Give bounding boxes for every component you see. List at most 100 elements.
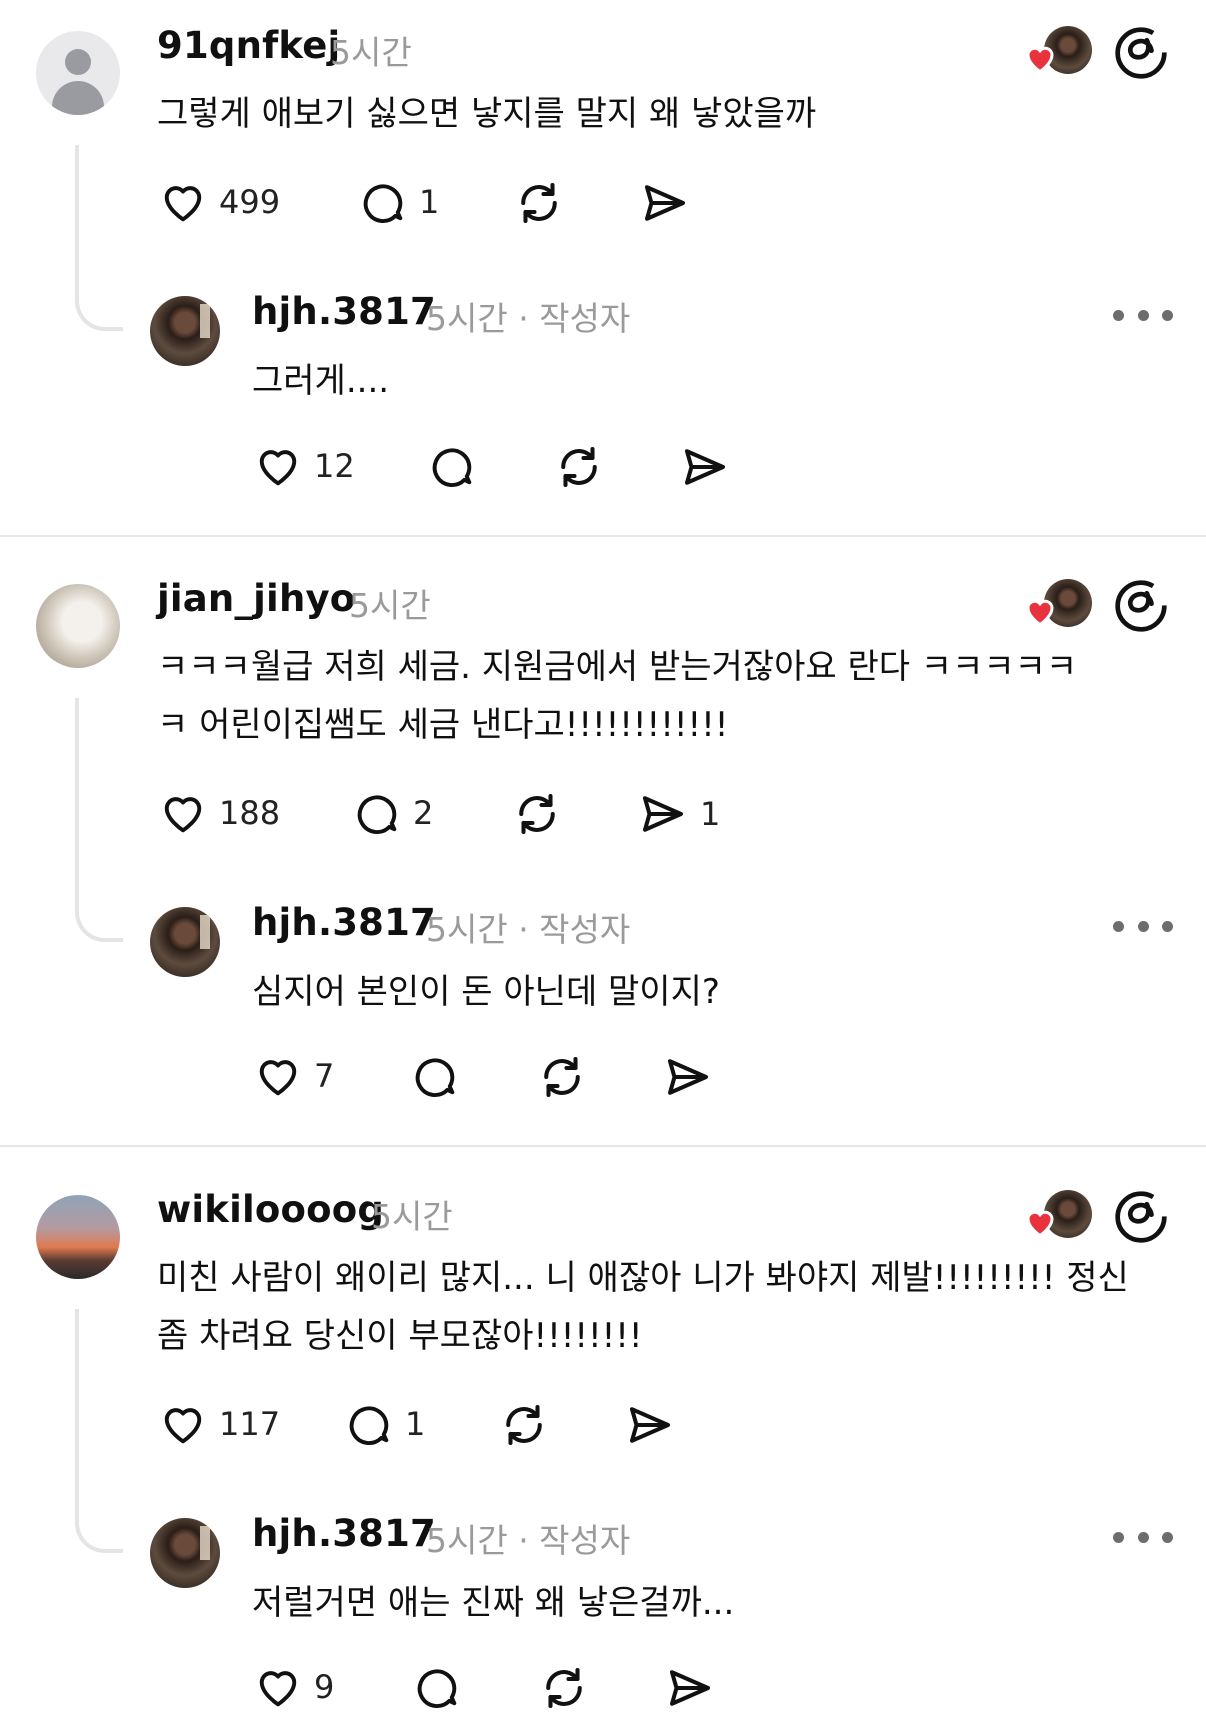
reply-text: 저럴거면 애는 진짜 왜 낳은걸까...	[252, 1574, 734, 1632]
comment-username[interactable]: jian_jihyo	[157, 577, 355, 620]
repost-icon	[561, 446, 597, 488]
comment-text: 그렇게 애보기 싫으면 낳지를 말지 왜 낳았을까	[157, 85, 816, 143]
comment-text-line: 그렇게 애보기 싫으면 낳지를 말지 왜 낳았을까	[157, 94, 817, 134]
comment-text: 미친 사람이 왜이리 많지... 니 애잖아 니가 봐야지 제발!!!!!!!!…	[157, 1249, 1129, 1365]
speech-bubble-icon	[432, 448, 472, 487]
reply-count: 1	[405, 1405, 426, 1443]
comment-timestamp: 5시간	[349, 586, 431, 625]
like-button[interactable]: 188	[157, 787, 280, 839]
comment-username[interactable]: wikiloooog	[157, 1188, 384, 1231]
speech-bubble-icon	[417, 1669, 457, 1708]
heart-icon	[164, 1408, 202, 1444]
reply-username[interactable]: hjh.3817	[252, 1512, 436, 1555]
share-button[interactable]	[638, 176, 692, 230]
reply-meta: 5시간 · 작성자	[426, 299, 631, 338]
reply-button[interactable]	[409, 1050, 461, 1102]
more-options-icon[interactable]	[1113, 911, 1173, 941]
thread-divider	[0, 535, 1206, 537]
heart-icon	[259, 450, 297, 486]
threads-logo-icon[interactable]	[1113, 578, 1169, 634]
comment-thread-3: wikiloooog 5시간 미친 사람이 왜이리 많지... 니 애잖아 니가…	[0, 1164, 1206, 1735]
comment-text-line: 미친 사람이 왜이리 많지... 니 애잖아 니가 봐야지 제발!!!!!!!!…	[157, 1258, 1129, 1298]
heart-icon	[164, 797, 202, 833]
share-button[interactable]: 1	[636, 787, 720, 841]
share-count: 1	[700, 795, 721, 833]
like-button[interactable]: 499	[157, 176, 280, 228]
send-icon	[667, 1059, 709, 1095]
reply-count: 1	[419, 183, 440, 221]
comment-thread-2: jian_jihyo 5시간 ㅋㅋㅋ월급 저희 세금. 지원금에서 받는거잖아요…	[0, 553, 1206, 1143]
reply-button[interactable]: 2	[351, 787, 433, 839]
send-icon	[642, 796, 684, 832]
reply-button[interactable]: 1	[343, 1398, 425, 1450]
speech-bubble-icon	[349, 1406, 389, 1445]
like-count: 499	[219, 183, 281, 221]
thread-connector-line	[75, 698, 123, 942]
like-button[interactable]: 117	[157, 1398, 280, 1450]
repost-button[interactable]	[512, 176, 566, 230]
heart-icon	[259, 1671, 297, 1707]
more-options-icon[interactable]	[1113, 300, 1173, 330]
reply-text: 심지어 본인이 돈 아닌데 말이지?	[252, 963, 720, 1021]
avatar[interactable]	[36, 31, 120, 115]
like-count: 7	[314, 1057, 335, 1095]
reply-text-line: 그러게....	[252, 361, 390, 401]
share-button[interactable]	[661, 1050, 715, 1104]
author-avatar[interactable]	[150, 1518, 220, 1588]
author-liked-badge	[1022, 26, 1092, 86]
author-avatar[interactable]	[150, 296, 220, 366]
share-button[interactable]	[663, 1661, 717, 1715]
like-count: 117	[219, 1405, 281, 1443]
repost-button[interactable]	[537, 1661, 591, 1715]
comment-text-line: ㅋㅋㅋ월급 저희 세금. 지원금에서 받는거잖아요 란다 ㅋㅋㅋㅋㅋ	[157, 647, 1078, 687]
send-icon	[629, 1407, 671, 1443]
repost-button[interactable]	[552, 440, 606, 494]
comment-username[interactable]: 91qnfkej	[157, 24, 340, 67]
reply-text: 그러게....	[252, 352, 389, 410]
reply-username[interactable]: hjh.3817	[252, 901, 436, 944]
like-button[interactable]: 12	[252, 440, 355, 492]
more-options-icon[interactable]	[1113, 1522, 1173, 1552]
speech-bubble-icon	[415, 1058, 455, 1097]
repost-icon	[519, 793, 555, 835]
comment-text-line: ㅋ 어린이집쌤도 세금 낸다고!!!!!!!!!!!!	[157, 705, 729, 745]
like-count: 12	[314, 447, 355, 485]
repost-icon	[506, 1404, 542, 1446]
send-icon	[684, 449, 726, 485]
share-button[interactable]	[678, 440, 732, 494]
threads-logo-icon[interactable]	[1113, 25, 1169, 81]
author-avatar[interactable]	[150, 907, 220, 977]
threads-logo-icon[interactable]	[1113, 1189, 1169, 1245]
share-button[interactable]	[623, 1398, 677, 1452]
repost-icon	[546, 1667, 582, 1709]
like-count: 188	[219, 794, 281, 832]
thread-divider	[0, 1145, 1206, 1147]
reply-text-line: 저럴거면 애는 진짜 왜 낳은걸까...	[252, 1583, 735, 1623]
reply-meta: 5시간 · 작성자	[426, 1521, 631, 1560]
thread-connector-line	[75, 145, 123, 331]
comment-text: ㅋㅋㅋ월급 저희 세금. 지원금에서 받는거잖아요 란다 ㅋㅋㅋㅋㅋ ㅋ 어린이…	[157, 638, 1077, 754]
reply-button[interactable]	[426, 440, 478, 492]
reply-count: 2	[413, 794, 434, 832]
avatar[interactable]	[36, 584, 120, 668]
repost-button[interactable]	[535, 1050, 589, 1104]
repost-icon	[544, 1056, 580, 1098]
reply-button[interactable]: 1	[357, 176, 439, 228]
speech-bubble-icon	[363, 184, 403, 223]
repost-button[interactable]	[510, 787, 564, 841]
send-icon	[644, 185, 686, 221]
repost-icon	[521, 182, 557, 224]
like-button[interactable]: 9	[252, 1661, 334, 1713]
heart-icon	[164, 186, 202, 222]
avatar[interactable]	[36, 1195, 120, 1279]
comment-timestamp: 5시간	[330, 33, 412, 72]
repost-button[interactable]	[497, 1398, 551, 1452]
reply-text-line: 심지어 본인이 돈 아닌데 말이지?	[252, 972, 720, 1012]
comment-text-line: 좀 차려요 당신이 부모잖아!!!!!!!!	[157, 1316, 643, 1356]
reply-button[interactable]	[411, 1661, 463, 1713]
speech-bubble-icon	[357, 795, 397, 834]
like-button[interactable]: 7	[252, 1050, 334, 1102]
thread-connector-line	[75, 1309, 123, 1553]
author-liked-badge	[1022, 579, 1092, 639]
reply-username[interactable]: hjh.3817	[252, 290, 436, 333]
